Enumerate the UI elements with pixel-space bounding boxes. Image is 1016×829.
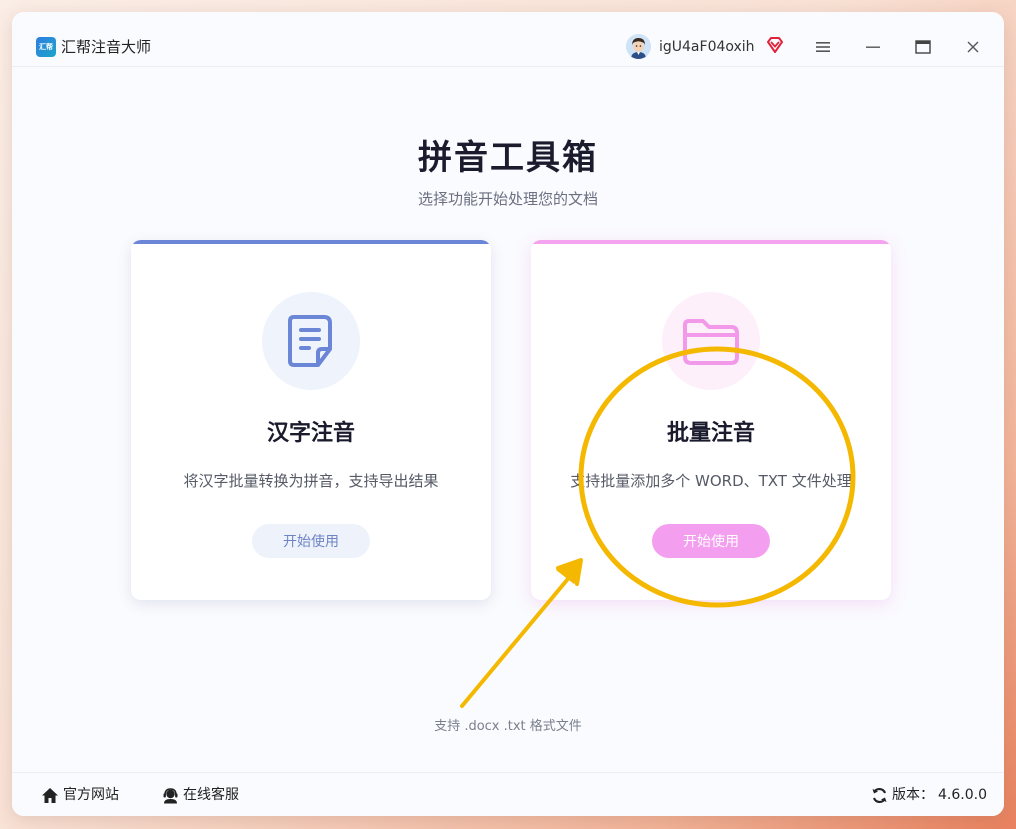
app-logo: 汇帮 xyxy=(36,37,56,57)
minimize-icon xyxy=(866,46,880,48)
username[interactable]: igU4aF04oxih xyxy=(659,37,755,57)
app-window: 汇帮 汇帮注音大师 igU4aF04oxih 拼音工具箱 选择功能开始处理您的文… xyxy=(12,12,1004,816)
status-bar: 官方网站 在线客服 版本： 4.6.0.0 xyxy=(12,772,1004,816)
start-button-hanzi[interactable]: 开始使用 xyxy=(252,524,370,558)
title-bar: 汇帮 汇帮注音大师 igU4aF04oxih xyxy=(12,12,1004,67)
card-description: 支持批量添加多个 WORD、TXT 文件处理 xyxy=(570,472,852,490)
folder-icon xyxy=(662,292,760,390)
maximize-button[interactable] xyxy=(911,35,935,59)
version-label: 版本： xyxy=(892,787,934,803)
menu-button[interactable] xyxy=(811,35,835,59)
close-icon xyxy=(967,41,979,53)
app-title: 汇帮注音大师 xyxy=(61,38,152,56)
page-subtitle: 选择功能开始处理您的文档 xyxy=(417,190,598,208)
menu-icon xyxy=(816,42,830,52)
card-description: 将汉字批量转换为拼音，支持导出结果 xyxy=(183,472,439,490)
maximize-icon xyxy=(915,40,931,54)
card-batch-annotation[interactable]: 批量注音 支持批量添加多个 WORD、TXT 文件处理 开始使用 xyxy=(531,240,891,600)
start-button-batch[interactable]: 开始使用 xyxy=(652,524,770,558)
version-number: 4.6.0.0 xyxy=(938,787,987,803)
card-hanzi-annotation[interactable]: 汉字注音 将汉字批量转换为拼音，支持导出结果 开始使用 xyxy=(131,240,491,600)
document-icon xyxy=(262,292,360,390)
user-avatar[interactable] xyxy=(626,34,651,59)
refresh-icon xyxy=(872,787,887,803)
card-accent-bar xyxy=(131,240,491,244)
headset-icon xyxy=(163,787,178,803)
official-website-link[interactable]: 官方网站 xyxy=(41,785,119,805)
minimize-button[interactable] xyxy=(861,35,885,59)
card-title: 汉字注音 xyxy=(266,421,355,446)
official-website-label: 官方网站 xyxy=(63,787,119,803)
card-title: 批量注音 xyxy=(666,421,755,446)
card-accent-bar xyxy=(531,240,891,244)
vip-diamond-icon[interactable] xyxy=(766,36,784,54)
online-support-link[interactable]: 在线客服 xyxy=(162,785,239,805)
home-icon xyxy=(42,787,58,803)
close-button[interactable] xyxy=(961,35,985,59)
supported-formats-note: 支持 .docx .txt 格式文件 xyxy=(434,719,582,734)
online-support-label: 在线客服 xyxy=(183,787,239,803)
page-title: 拼音工具箱 xyxy=(418,138,598,178)
version-info[interactable]: 版本： 4.6.0.0 xyxy=(871,785,987,805)
